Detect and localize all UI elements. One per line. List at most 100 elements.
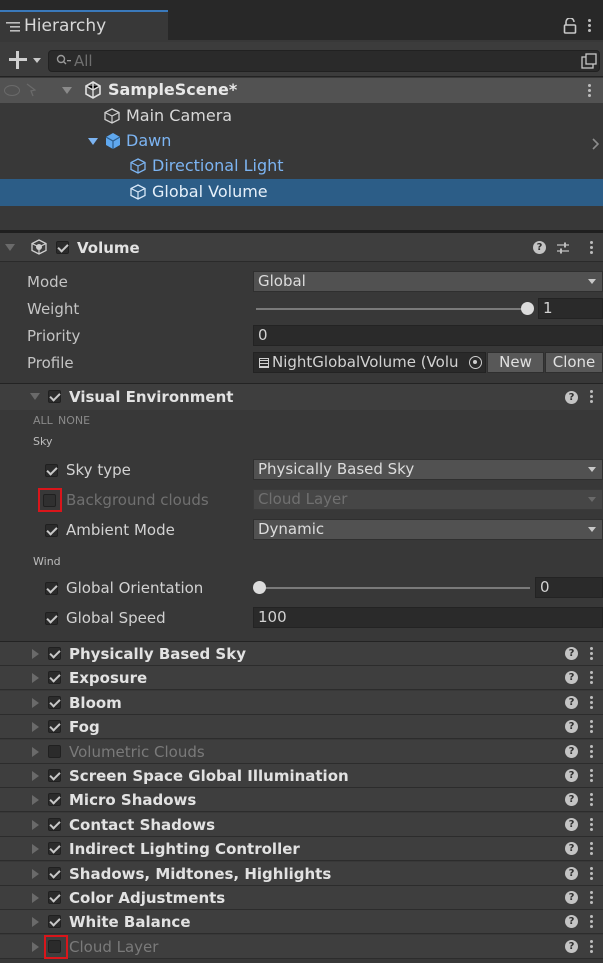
object-picker-icon[interactable] <box>469 356 482 369</box>
help-icon[interactable]: ? <box>565 867 578 880</box>
weight-field[interactable]: 1 <box>538 298 603 319</box>
component-menu-icon[interactable] <box>590 940 593 955</box>
weight-slider-track[interactable] <box>256 308 528 310</box>
sky-type-override-checkbox[interactable] <box>45 464 58 477</box>
visual-env-enabled-checkbox[interactable] <box>48 390 61 403</box>
expand-arrow-icon[interactable] <box>32 673 39 683</box>
override-row[interactable]: Shadows, Midtones, Highlights? <box>0 862 603 886</box>
visual-env-collapse-arrow[interactable] <box>30 393 40 400</box>
help-icon[interactable]: ? <box>565 769 578 782</box>
override-row[interactable]: Fog? <box>0 715 603 739</box>
override-enabled-checkbox[interactable] <box>48 720 61 733</box>
override-enabled-checkbox[interactable] <box>48 745 61 758</box>
expand-arrow-icon[interactable] <box>32 771 39 781</box>
help-icon[interactable]: ? <box>533 241 546 254</box>
expand-arrow-icon[interactable] <box>32 722 39 732</box>
component-menu-icon[interactable] <box>590 818 593 833</box>
expand-arrow-icon[interactable] <box>32 893 39 903</box>
override-row[interactable]: Micro Shadows? <box>0 788 603 812</box>
component-menu-icon[interactable] <box>590 671 593 686</box>
ambient-mode-dropdown[interactable]: Dynamic <box>253 519 603 540</box>
preset-sliders-icon[interactable] <box>556 241 570 259</box>
global-speed-override-checkbox[interactable] <box>45 612 58 625</box>
override-enabled-checkbox[interactable] <box>48 867 61 880</box>
add-dropdown-icon[interactable] <box>33 58 41 63</box>
override-enabled-checkbox[interactable] <box>48 915 61 928</box>
override-row[interactable]: Bloom? <box>0 691 603 715</box>
expand-arrow-icon[interactable] <box>32 698 39 708</box>
help-icon[interactable]: ? <box>565 793 578 806</box>
override-row[interactable]: Color Adjustments? <box>0 886 603 910</box>
scene-row[interactable]: SampleScene* <box>0 78 603 103</box>
global-orientation-override-checkbox[interactable] <box>45 582 58 595</box>
component-menu-icon[interactable] <box>590 647 593 662</box>
more-options-icon[interactable] <box>588 19 591 34</box>
expand-arrow-icon[interactable] <box>32 942 39 952</box>
override-row[interactable]: White Balance? <box>0 910 603 934</box>
scene-visibility-icon[interactable] <box>581 53 597 73</box>
help-icon[interactable]: ? <box>565 696 578 709</box>
help-icon[interactable]: ? <box>565 671 578 684</box>
component-menu-icon[interactable] <box>590 915 593 930</box>
expand-arrow-icon[interactable] <box>32 917 39 927</box>
component-menu-icon[interactable] <box>590 891 593 906</box>
dawn-expand-arrow[interactable] <box>88 138 98 145</box>
clone-profile-button[interactable]: Clone <box>545 352 603 373</box>
scene-expand-arrow[interactable] <box>62 87 72 94</box>
component-menu-icon[interactable] <box>590 769 593 784</box>
component-menu-icon[interactable] <box>590 842 593 857</box>
help-icon[interactable]: ? <box>565 818 578 831</box>
override-enabled-checkbox[interactable] <box>48 891 61 904</box>
sky-type-dropdown[interactable]: Physically Based Sky <box>253 459 603 480</box>
override-row[interactable]: Cloud Layer? <box>0 935 603 959</box>
global-speed-field[interactable]: 100 <box>253 607 603 628</box>
override-row[interactable]: Volumetric Clouds? <box>0 740 603 764</box>
override-row[interactable]: Screen Space Global Illumination? <box>0 764 603 788</box>
override-row[interactable]: Exposure? <box>0 666 603 690</box>
override-row[interactable]: Physically Based Sky? <box>0 642 603 666</box>
component-menu-icon[interactable] <box>590 241 593 256</box>
expand-arrow-icon[interactable] <box>32 747 39 757</box>
expand-arrow-icon[interactable] <box>32 649 39 659</box>
override-enabled-checkbox[interactable] <box>48 818 61 831</box>
override-enabled-checkbox[interactable] <box>48 769 61 782</box>
all-toggle-link[interactable]: ALL <box>33 414 53 427</box>
override-enabled-checkbox[interactable] <box>48 671 61 684</box>
add-icon[interactable] <box>7 49 29 75</box>
override-enabled-checkbox[interactable] <box>48 793 61 806</box>
hierarchy-item-dawn[interactable]: Dawn <box>0 129 603 153</box>
expand-arrow-icon[interactable] <box>32 869 39 879</box>
component-menu-icon[interactable] <box>590 390 593 405</box>
override-row[interactable]: Contact Shadows? <box>0 813 603 837</box>
hierarchy-item-directional-light[interactable]: Directional Light <box>0 154 603 178</box>
global-orientation-slider-handle[interactable] <box>253 581 266 594</box>
help-icon[interactable]: ? <box>565 842 578 855</box>
visibility-icon[interactable] <box>4 85 20 96</box>
help-icon[interactable]: ? <box>565 720 578 733</box>
hierarchy-tab[interactable]: Hierarchy <box>0 10 168 42</box>
override-enabled-checkbox[interactable] <box>48 696 61 709</box>
ambient-mode-override-checkbox[interactable] <box>45 524 58 537</box>
none-toggle-link[interactable]: NONE <box>58 414 90 427</box>
global-orientation-field[interactable]: 0 <box>535 577 603 598</box>
visual-environment-header[interactable]: Visual Environment ? <box>0 384 603 410</box>
help-icon[interactable]: ? <box>565 391 578 404</box>
component-menu-icon[interactable] <box>590 793 593 808</box>
component-menu-icon[interactable] <box>590 867 593 882</box>
global-orientation-slider-track[interactable] <box>258 587 530 589</box>
volume-enabled-checkbox[interactable] <box>56 241 69 254</box>
scene-menu-icon[interactable] <box>588 84 591 99</box>
pickable-icon[interactable] <box>26 83 37 97</box>
mode-dropdown[interactable]: Global <box>253 271 603 292</box>
new-profile-button[interactable]: New <box>487 352 544 373</box>
profile-field[interactable]: NightGlobalVolume (Volu <box>253 352 486 373</box>
hierarchy-item-main-camera[interactable]: Main Camera <box>0 104 603 128</box>
help-icon[interactable]: ? <box>565 745 578 758</box>
override-row[interactable]: Indirect Lighting Controller? <box>0 837 603 861</box>
component-menu-icon[interactable] <box>590 720 593 735</box>
component-menu-icon[interactable] <box>590 745 593 760</box>
help-icon[interactable]: ? <box>565 891 578 904</box>
background-clouds-dropdown[interactable]: Cloud Layer <box>253 489 603 510</box>
lock-icon[interactable] <box>563 17 577 38</box>
search-input[interactable]: All <box>48 50 600 72</box>
